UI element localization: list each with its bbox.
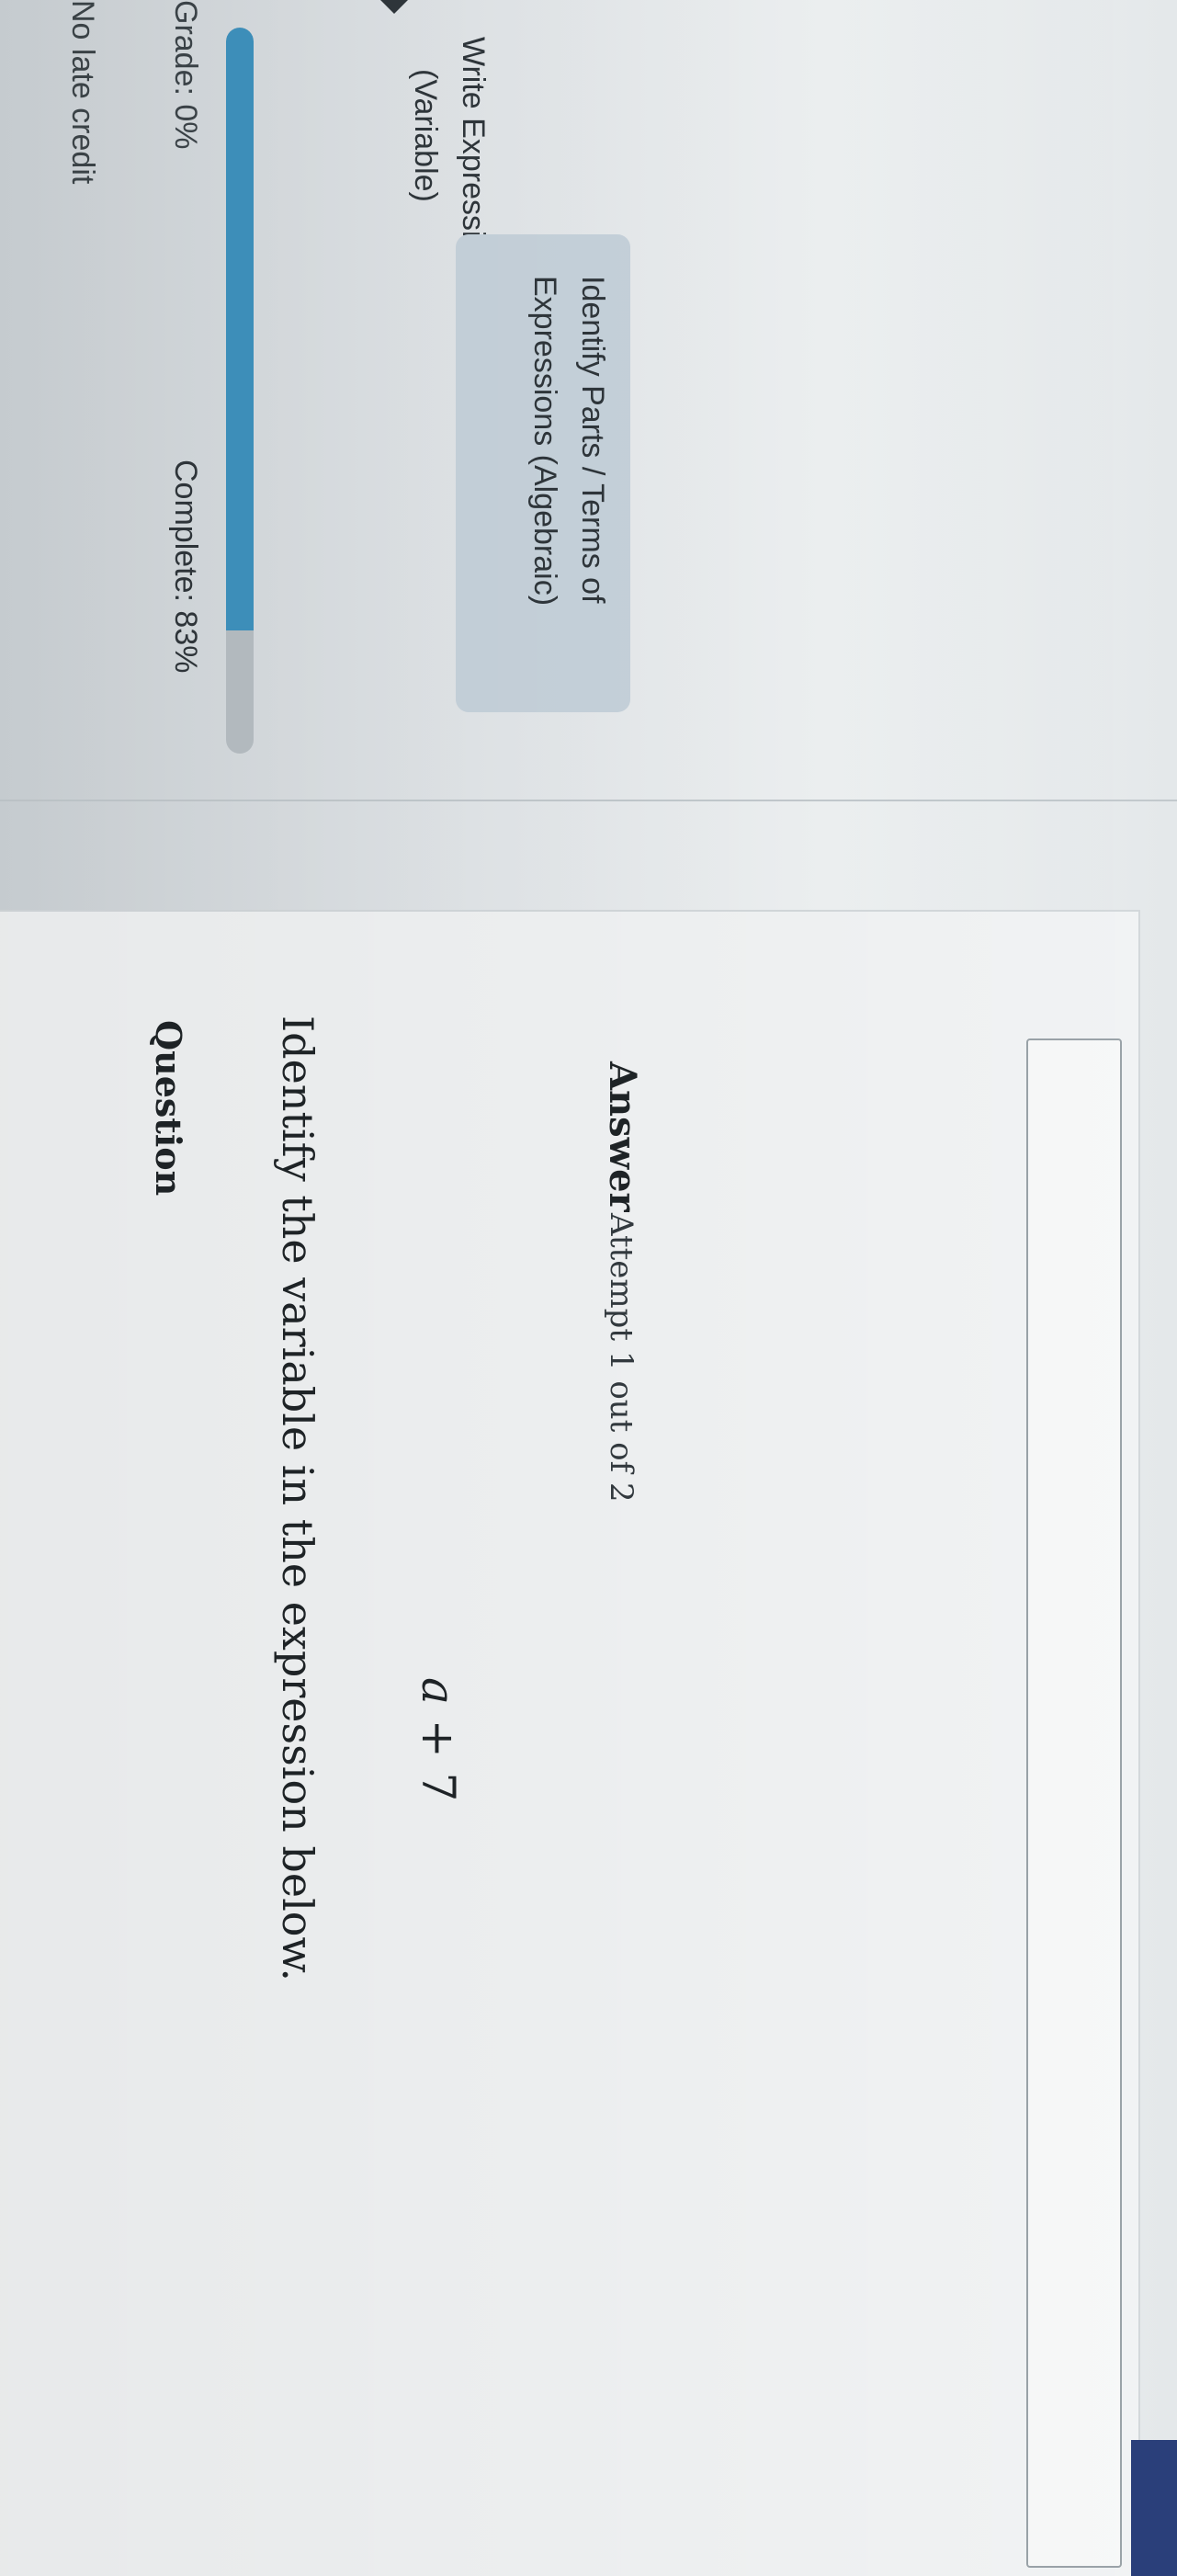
sidebar-item-sublabel: (Variable) <box>408 69 443 202</box>
late-credit-note: No late credit <box>65 0 100 185</box>
grade-label: Grade: 0% <box>168 0 203 150</box>
math-expression: a + 7 <box>412 1677 465 1801</box>
complete-label: Complete: 83% <box>168 460 203 674</box>
expression-variable: a <box>412 1677 465 1705</box>
answer-input[interactable] <box>1026 1038 1122 2568</box>
question-heading: Question <box>148 1020 189 1197</box>
answer-heading: Answer <box>601 1061 644 1212</box>
screenshot-page: No late credit Grade: 0% Complete: 83% W… <box>0 0 1177 2576</box>
progress-bar <box>226 28 254 754</box>
sidebar-item-identify-parts[interactable]: Identify Parts / Terms of Expressions (A… <box>460 257 617 717</box>
sidebar-item-label: Identify Parts / Terms of <box>575 276 610 604</box>
attempt-counter: Attempt 1 out of 2 <box>603 1213 639 1503</box>
expression-constant-part: + 7 <box>412 1704 465 1802</box>
sidebar: No late credit Grade: 0% Complete: 83% W… <box>0 0 1177 790</box>
window-edge-bar <box>1131 2440 1177 2576</box>
sidebar-item-sublabel: Expressions (Algebraic) <box>527 276 562 607</box>
progress-bar-fill <box>226 28 254 630</box>
sidebar-divider <box>0 800 1177 801</box>
question-prompt: Identify the variable in the expression … <box>273 1016 323 1982</box>
rotated-stage: No late credit Grade: 0% Complete: 83% W… <box>0 0 1177 2576</box>
